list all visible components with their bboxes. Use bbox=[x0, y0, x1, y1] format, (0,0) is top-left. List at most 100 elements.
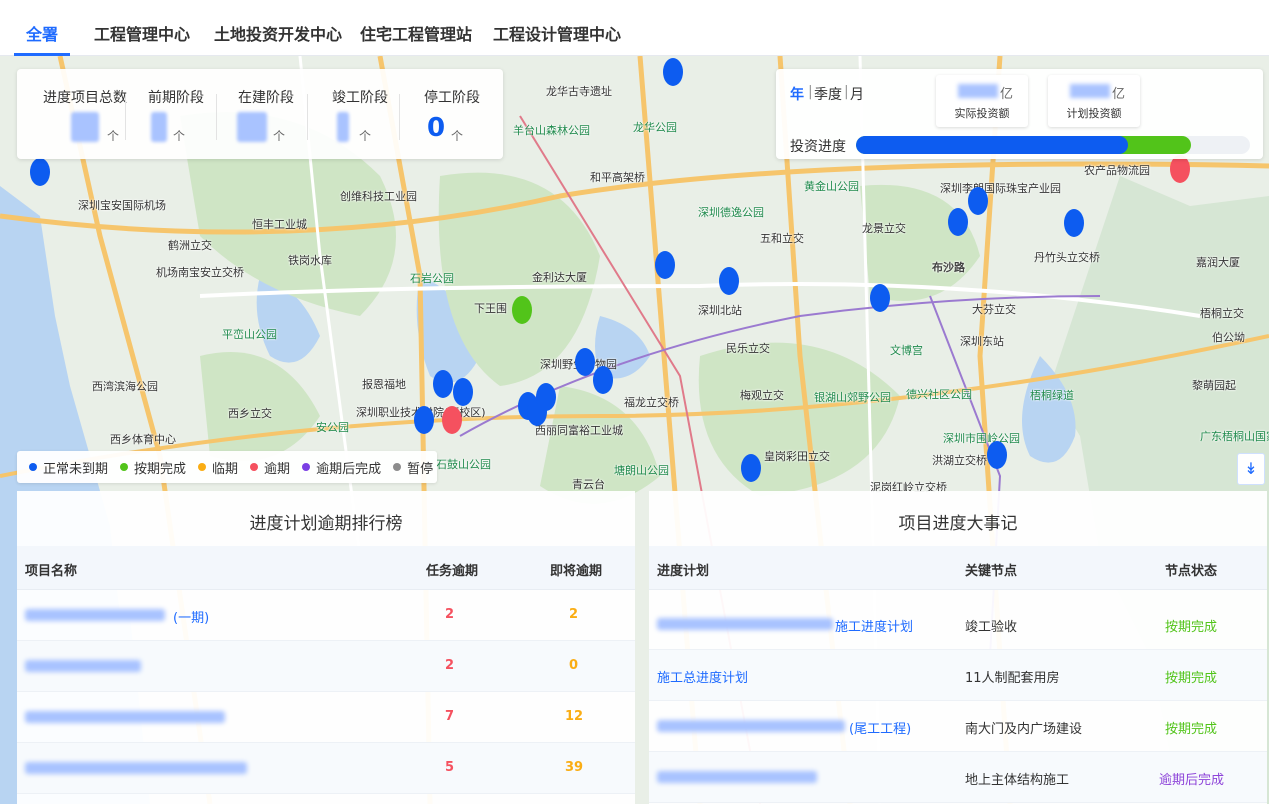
legend-dot-icon bbox=[120, 463, 129, 471]
stat-total-value bbox=[71, 112, 99, 142]
legend-item[interactable]: 暂停 bbox=[393, 458, 433, 477]
project-marker[interactable] bbox=[414, 406, 434, 434]
plan-name-redacted bbox=[657, 720, 845, 732]
project-marker[interactable] bbox=[663, 58, 683, 86]
project-marker[interactable] bbox=[948, 208, 968, 236]
legend-item[interactable]: 正常未到期 bbox=[29, 458, 108, 477]
legend-item[interactable]: 按期完成 bbox=[120, 458, 186, 477]
divider bbox=[125, 94, 126, 140]
stat-build[interactable]: 在建阶段 个 bbox=[223, 69, 309, 159]
table-row[interactable]: 5 39 bbox=[17, 743, 635, 794]
actual-progress-fill bbox=[856, 136, 1128, 154]
tab-design-center[interactable]: 工程设计管理中心 bbox=[493, 0, 621, 56]
project-marker[interactable] bbox=[442, 406, 462, 434]
map-label: 文博宫 bbox=[890, 344, 923, 357]
project-marker[interactable] bbox=[968, 187, 988, 215]
map-label: 龙华古寺遗址 bbox=[546, 85, 612, 98]
tab-all[interactable]: 全署 bbox=[13, 0, 71, 56]
stat-stop[interactable]: 停工阶段 0 个 bbox=[409, 69, 495, 159]
table-header: 进度计划 关键节点 节点状态 bbox=[649, 546, 1267, 590]
project-marker[interactable] bbox=[719, 267, 739, 295]
project-name-redacted bbox=[25, 762, 247, 774]
table-row[interactable]: (一期) 2 2 bbox=[17, 590, 635, 641]
legend-dot-icon bbox=[198, 463, 207, 471]
map-label: 深圳德逸公园 bbox=[698, 206, 764, 219]
project-name-suffix[interactable]: (一期) bbox=[173, 607, 209, 626]
task-overdue-count: 5 bbox=[445, 760, 455, 775]
project-marker[interactable] bbox=[593, 366, 613, 394]
node-status: 按期完成 bbox=[1165, 671, 1218, 686]
map-label: 黎萌园起 bbox=[1192, 379, 1236, 392]
table-row[interactable]: 地上主体结构施工 逾期后完成 bbox=[649, 752, 1267, 803]
stat-pre-label: 前期阶段 bbox=[148, 90, 204, 106]
project-marker[interactable] bbox=[870, 284, 890, 312]
stat-build-label: 在建阶段 bbox=[238, 90, 294, 106]
map-label: 民乐立交 bbox=[726, 342, 770, 355]
map-label: 西乡立交 bbox=[228, 407, 272, 420]
map-label: 安公园 bbox=[316, 421, 349, 434]
project-marker[interactable] bbox=[536, 383, 556, 411]
stat-build-unit: 个 bbox=[273, 129, 286, 143]
map-label: 五和立交 bbox=[760, 232, 804, 245]
key-node: 南大门及内广场建设 bbox=[965, 722, 1083, 737]
map-label: 梅观立交 bbox=[740, 389, 784, 402]
project-marker[interactable] bbox=[575, 348, 595, 376]
legend-label: 逾期后完成 bbox=[316, 461, 382, 477]
expand-panel-button[interactable]: ↡ bbox=[1237, 453, 1265, 485]
tab-land-investment-center[interactable]: 土地投资开发中心 bbox=[214, 0, 342, 56]
stat-done[interactable]: 竣工阶段 个 bbox=[317, 69, 403, 159]
project-marker[interactable] bbox=[655, 251, 675, 279]
table-row[interactable]: 施工进度计划 竣工验收 按期完成 bbox=[649, 599, 1267, 650]
actual-investment-value bbox=[958, 84, 998, 98]
legend-label: 临期 bbox=[212, 461, 239, 477]
project-marker[interactable] bbox=[987, 441, 1007, 469]
table-row[interactable]: 7 12 bbox=[17, 692, 635, 743]
plan-name[interactable]: 施工总进度计划 bbox=[657, 667, 748, 686]
map-label: 皇岗彩田立交 bbox=[764, 450, 830, 463]
tab-housing-station[interactable]: 住宅工程管理站 bbox=[360, 0, 472, 56]
project-marker[interactable] bbox=[512, 296, 532, 324]
legend-label: 逾期 bbox=[264, 461, 291, 477]
stat-total[interactable]: 进度项目总数 个 bbox=[37, 69, 133, 159]
stat-done-label: 竣工阶段 bbox=[332, 90, 388, 106]
plan-name[interactable]: (尾工工程) bbox=[849, 718, 911, 737]
project-marker[interactable] bbox=[1064, 209, 1084, 237]
investment-card: 年 | 季度 | 月 亿 实际投资额 亿 计划投资额 投资进度 bbox=[776, 69, 1263, 159]
key-node: 地上主体结构施工 bbox=[965, 773, 1070, 788]
map-label: 青云台 bbox=[572, 478, 605, 491]
map-label: 金利达大厦 bbox=[532, 271, 587, 284]
map-label: 下王围 bbox=[474, 302, 507, 315]
plan-name[interactable]: 施工进度计划 bbox=[835, 616, 913, 635]
map-label: 丹竹头立交桥 bbox=[1034, 251, 1100, 264]
col-soon-overdue: 即将逾期 bbox=[550, 564, 603, 579]
plan-investment-unit: 亿 bbox=[1112, 87, 1126, 102]
map-label: 嘉润大厦 bbox=[1196, 256, 1240, 269]
project-marker[interactable] bbox=[433, 370, 453, 398]
project-marker[interactable] bbox=[1170, 155, 1190, 183]
legend-dot-icon bbox=[302, 463, 311, 471]
period-quarter[interactable]: 季度 bbox=[814, 84, 842, 104]
period-year[interactable]: 年 bbox=[790, 84, 804, 104]
table-row[interactable]: 2 0 bbox=[17, 641, 635, 692]
map-label: 深圳市围岭公园 bbox=[943, 432, 1020, 445]
project-marker[interactable] bbox=[741, 454, 761, 482]
task-overdue-count: 2 bbox=[445, 658, 455, 673]
legend-item[interactable]: 逾期后完成 bbox=[302, 458, 381, 477]
stat-stop-label: 停工阶段 bbox=[424, 90, 480, 106]
period-month[interactable]: 月 bbox=[850, 84, 864, 104]
legend-item[interactable]: 逾期 bbox=[250, 458, 290, 477]
tab-engineering-center[interactable]: 工程管理中心 bbox=[94, 0, 190, 56]
legend-item[interactable]: 临期 bbox=[198, 458, 238, 477]
stat-pre[interactable]: 前期阶段 个 bbox=[133, 69, 219, 159]
divider bbox=[307, 94, 308, 140]
project-marker[interactable] bbox=[453, 378, 473, 406]
map-label: 龙景立交 bbox=[862, 222, 906, 235]
project-marker[interactable] bbox=[30, 158, 50, 186]
table-row[interactable]: 施工总进度计划 11人制配套用房 按期完成 bbox=[649, 650, 1267, 701]
col-task-overdue: 任务逾期 bbox=[426, 564, 479, 579]
map-label: 铁岗水库 bbox=[288, 254, 332, 267]
map-label: 平峦山公园 bbox=[222, 328, 277, 341]
table-row[interactable]: (尾工工程) 南大门及内广场建设 按期完成 bbox=[649, 701, 1267, 752]
map-label: 福龙立交桥 bbox=[624, 396, 679, 409]
divider bbox=[216, 94, 217, 140]
